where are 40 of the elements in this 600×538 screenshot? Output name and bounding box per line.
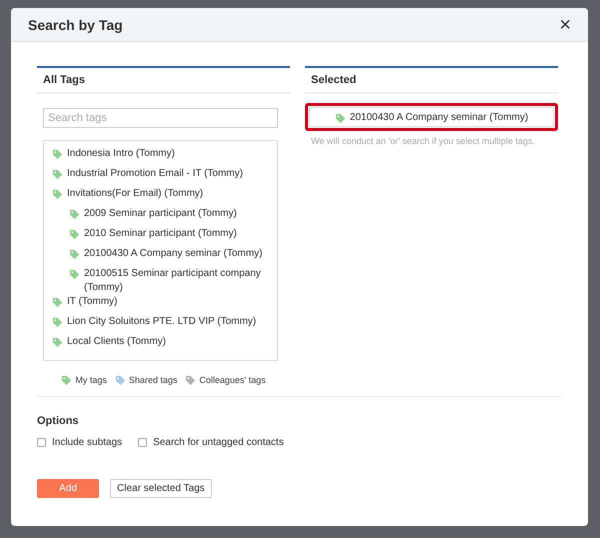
tag-item[interactable]: 20100515 Seminar participant company (Tommy) (44, 267, 277, 295)
checkbox-label: Include subtags (52, 437, 122, 448)
tag-icon (52, 297, 63, 308)
tag-icon (61, 375, 72, 386)
checkbox-label: Search for untagged contacts (153, 437, 284, 448)
clear-button[interactable]: Clear selected Tags (110, 479, 212, 498)
tag-item[interactable]: 2010 Seminar participant (Tommy) (44, 227, 277, 247)
options-heading: Options (37, 415, 80, 427)
panel-heading: Selected (305, 66, 558, 94)
tag-icon (69, 249, 80, 260)
tag-icon (52, 189, 63, 200)
hint-text: We will conduct an 'or' search if you select multiple tags. (311, 135, 536, 148)
tag-icon (69, 209, 80, 220)
close-button[interactable]: × (559, 14, 571, 34)
legend-label: Colleagues' tags (199, 374, 266, 384)
tag-icon (114, 375, 126, 386)
legend-label: Shared tags (128, 374, 178, 384)
tag-item[interactable]: Invitations(For Email) (Tommy) (44, 187, 277, 207)
checkbox[interactable] (138, 438, 148, 447)
tag-icon (52, 149, 63, 160)
tag-item[interactable]: Industrial Promotion Email - IT (Tommy) (44, 167, 277, 187)
tag-icon (52, 169, 63, 180)
tag-item[interactable]: Lion City Soluitons PTE. LTD VIP (Tommy) (44, 315, 277, 335)
panel-heading: All Tags (37, 66, 290, 94)
tag-item[interactable]: Indonesia Intro (Tommy) (44, 147, 277, 167)
tag-icon (334, 112, 346, 124)
tag-item[interactable]: IT (Tommy) (44, 295, 277, 315)
tag-item[interactable]: Local Clients (Tommy) (44, 335, 277, 355)
dialog-title: Search by Tag (28, 16, 123, 32)
tag-icon (69, 229, 80, 240)
tag-icon (185, 375, 196, 386)
tag-icon (69, 269, 80, 280)
selected-tag[interactable]: 20100430 A Company seminar (Tommy) (309, 107, 554, 127)
legend-label: My tags (75, 374, 107, 384)
tag-icon (52, 317, 63, 328)
tag-item[interactable]: 20100430 A Company seminar (Tommy) (44, 247, 277, 267)
tag-item[interactable]: 2009 Seminar participant (Tommy) (44, 207, 277, 227)
tag-icon (52, 337, 63, 348)
search-field[interactable]: Search tags (43, 108, 278, 128)
checkbox[interactable] (37, 438, 46, 447)
